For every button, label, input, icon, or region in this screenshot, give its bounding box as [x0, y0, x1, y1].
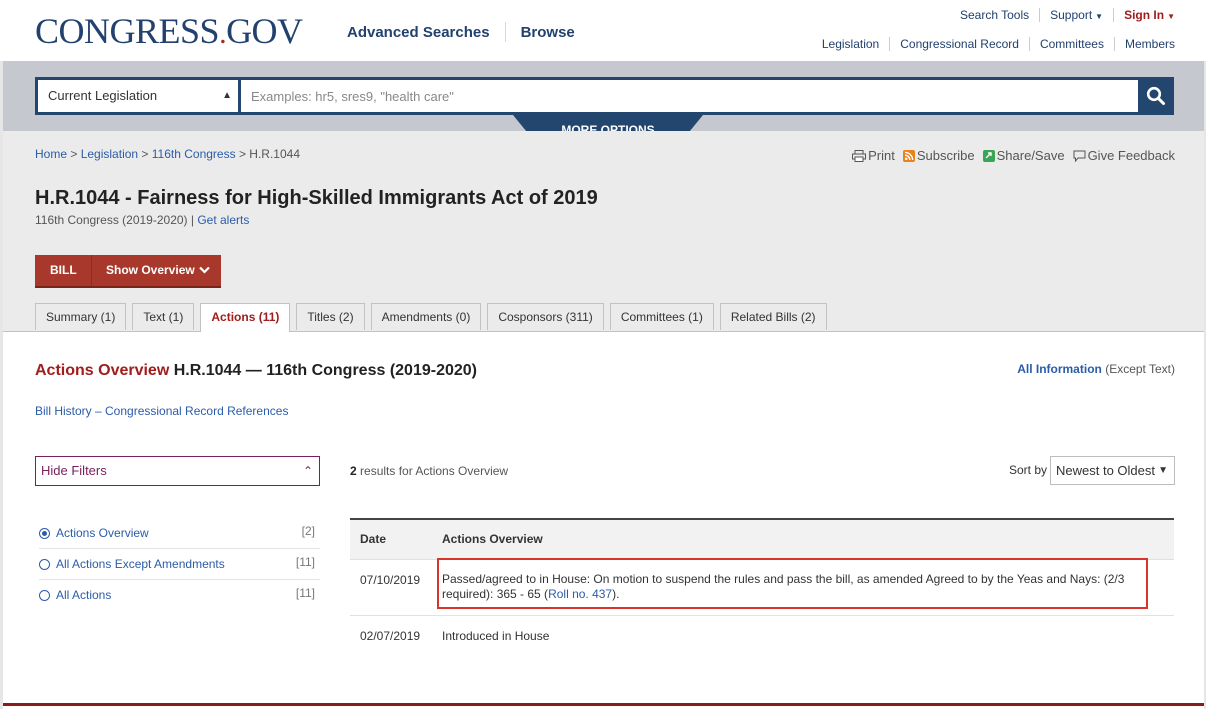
filter-count: [11] — [295, 586, 315, 600]
action-text: Introduced in House — [442, 629, 550, 643]
highlight-box — [437, 558, 1148, 609]
subnav-members[interactable]: Members — [1125, 37, 1175, 51]
chevron-up-icon: ⌃ — [302, 464, 313, 478]
action-date: 02/07/2019 — [360, 629, 421, 643]
search-band: Current Legislation ▲ MORE OPTIONS ⌄ — [3, 61, 1204, 137]
radio-unselected-icon — [39, 589, 50, 601]
tab-related-bills[interactable]: Related Bills (2) — [719, 303, 827, 330]
nav-advanced-searches[interactable]: Advanced Searches — [347, 24, 490, 41]
main-nav: Advanced Searches Browse — [347, 22, 575, 42]
sub-nav: Legislation Congressional Record Committ… — [822, 37, 1175, 51]
table-header: Date Actions Overview — [350, 518, 1174, 559]
filter-all-actions[interactable]: All Actions [11] — [39, 580, 316, 610]
tab-actions[interactable]: Actions (11) — [200, 303, 291, 332]
radio-unselected-icon — [39, 558, 50, 570]
link-divider — [889, 37, 891, 51]
subscribe-button[interactable]: Subscribe — [902, 148, 975, 163]
nav-browse[interactable]: Browse — [521, 24, 575, 41]
breadcrumb-current: H.R.1044 — [249, 147, 300, 161]
support-menu[interactable]: Support ▼ — [1050, 8, 1103, 22]
link-divider — [1039, 8, 1041, 22]
give-feedback-button[interactable]: Give Feedback — [1073, 148, 1175, 163]
show-overview-button[interactable]: Show Overview — [106, 263, 210, 277]
column-header-actions-overview: Actions Overview — [442, 532, 543, 546]
search-input[interactable] — [241, 80, 1138, 112]
bill-title-area: Home > Legislation > 116th Congress > H.… — [3, 131, 1204, 332]
filter-count: [2] — [301, 524, 315, 538]
bill-tabs: Summary (1) Text (1) Actions (11) Titles… — [35, 303, 833, 332]
sort-by-label: Sort by — [1009, 463, 1048, 477]
bill-overview-bar: BILL Show Overview — [35, 255, 221, 286]
sort-select[interactable]: Newest to Oldest ▼ — [1050, 456, 1175, 485]
column-header-date: Date — [360, 532, 387, 546]
all-information-link[interactable]: All Information — [1017, 362, 1102, 376]
action-date: 07/10/2019 — [360, 573, 421, 587]
radio-selected-icon — [39, 527, 50, 539]
search-icon — [1146, 86, 1165, 105]
breadcrumb: Home > Legislation > 116th Congress > H.… — [35, 147, 300, 161]
page-tools: Print Subscribe Share/Save Give Feedback — [844, 148, 1175, 163]
speech-bubble-icon — [1073, 150, 1086, 162]
breadcrumb-home[interactable]: Home — [35, 147, 67, 161]
all-information: All Information (Except Text) — [1017, 362, 1175, 376]
congress-gov-logo[interactable]: CONGRESS.GOV — [35, 11, 303, 54]
section-title: Actions Overview H.R.1044 — 116th Congre… — [35, 362, 477, 379]
caret-down-icon: ▼ — [1158, 465, 1168, 476]
caret-down-icon: ▼ — [1167, 12, 1175, 21]
site-header: CONGRESS.GOV Advanced Searches Browse Se… — [0, 0, 1206, 61]
tab-text[interactable]: Text (1) — [132, 303, 195, 330]
rss-icon — [902, 149, 915, 162]
chevron-down-icon — [198, 266, 210, 274]
link-divider — [1113, 37, 1115, 51]
filter-actions-overview[interactable]: Actions Overview [2] — [39, 518, 316, 548]
link-divider — [1028, 37, 1030, 51]
results-count: 2 results for Actions Overview — [350, 464, 509, 478]
search-scope-select[interactable]: Current Legislation ▲ — [38, 80, 238, 112]
tab-amendments[interactable]: Amendments (0) — [370, 303, 482, 330]
filter-all-actions-except-amendments[interactable]: All Actions Except Amendments [11] — [39, 549, 316, 579]
share-icon — [982, 149, 995, 162]
search-box: Current Legislation ▲ — [35, 77, 1174, 115]
caret-down-icon: ▼ — [1095, 12, 1104, 21]
printer-icon — [852, 149, 867, 162]
filter-count: [11] — [295, 555, 315, 569]
select-arrows-icon: ▲ — [222, 90, 232, 101]
subnav-committees[interactable]: Committees — [1040, 37, 1104, 51]
subnav-congressional-record[interactable]: Congressional Record — [900, 37, 1019, 51]
utility-links: Search Tools Support ▼ Sign In ▼ — [960, 8, 1175, 22]
bar-divider — [91, 255, 92, 286]
share-save-button[interactable]: Share/Save — [982, 148, 1065, 163]
tab-summary[interactable]: Summary (1) — [35, 303, 127, 330]
tab-committees[interactable]: Committees (1) — [609, 303, 714, 330]
get-alerts-link[interactable]: Get alerts — [197, 213, 249, 227]
search-tools-link[interactable]: Search Tools — [960, 8, 1029, 22]
link-divider — [1113, 8, 1115, 22]
bill-history-link[interactable]: Bill History – Congressional Record Refe… — [35, 404, 288, 418]
print-button[interactable]: Print — [852, 148, 895, 163]
search-button[interactable] — [1138, 77, 1174, 115]
tab-titles[interactable]: Titles (2) — [296, 303, 365, 330]
breadcrumb-congress[interactable]: 116th Congress — [152, 147, 236, 161]
page-title: H.R.1044 - Fairness for High-Skilled Imm… — [35, 187, 598, 209]
footer-top-bar — [3, 703, 1204, 706]
table-row: 02/07/2019 Introduced in House — [350, 615, 1174, 656]
congress-session: 116th Congress (2019-2020) | Get alerts — [35, 213, 250, 227]
breadcrumb-legislation[interactable]: Legislation — [81, 147, 138, 161]
nav-divider — [504, 22, 506, 42]
sign-in-menu[interactable]: Sign In ▼ — [1124, 8, 1175, 22]
subnav-legislation[interactable]: Legislation — [822, 37, 879, 51]
hide-filters-toggle[interactable]: Hide Filters ⌃ — [35, 456, 320, 486]
bill-type-label: BILL — [50, 263, 77, 277]
tab-cosponsors[interactable]: Cosponsors (311) — [487, 303, 604, 330]
